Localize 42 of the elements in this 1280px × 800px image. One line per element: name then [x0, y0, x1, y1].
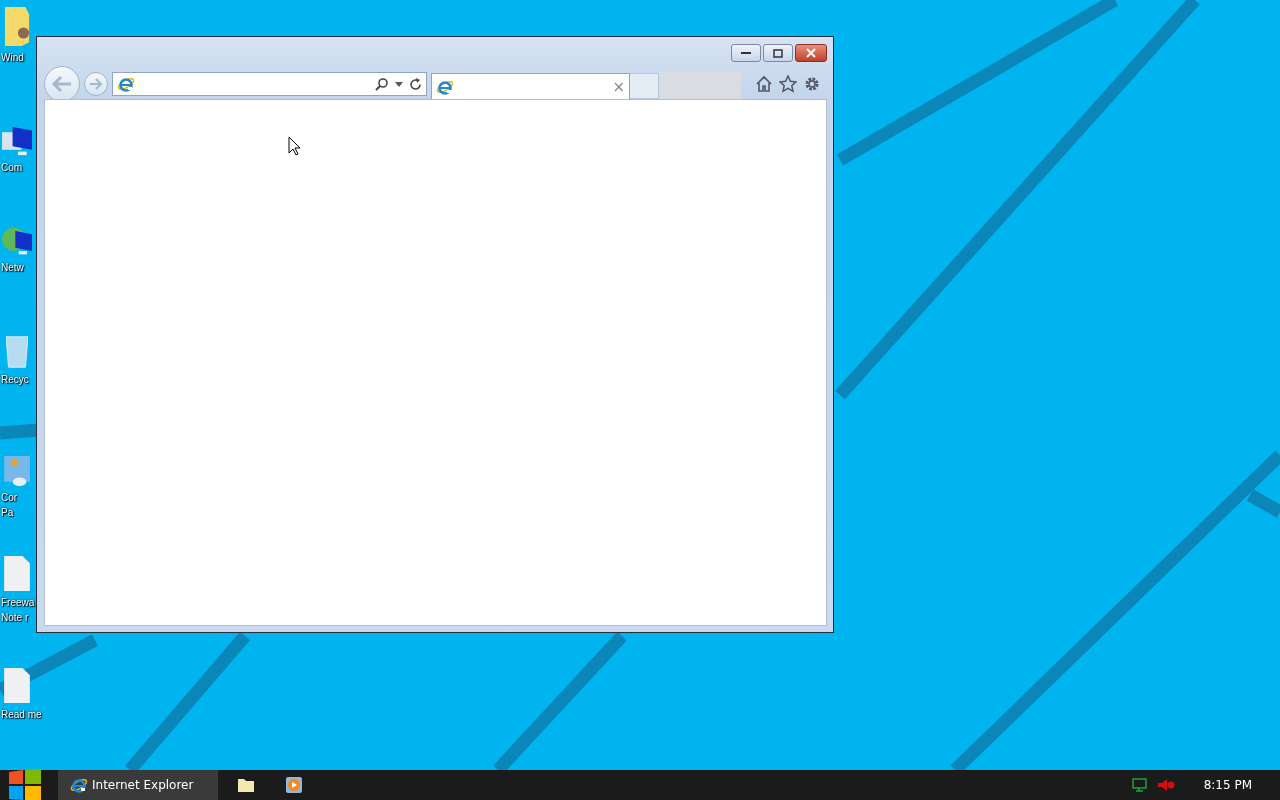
monitor-icon: [2, 126, 32, 156]
browser-logo-icon: [117, 75, 135, 93]
address-field[interactable]: [112, 72, 427, 96]
dropdown-caret-icon[interactable]: [395, 81, 403, 87]
search-icon[interactable]: [375, 77, 389, 91]
icon-label: Com: [1, 161, 23, 175]
back-arrow-icon: [51, 75, 73, 93]
icon-label: Freewa: [1, 596, 35, 610]
icon-label: Pa: [1, 506, 14, 520]
icon-label: Note r: [1, 611, 29, 625]
mouse-cursor-icon: [288, 136, 301, 156]
maximize-icon: [773, 48, 783, 58]
globe-monitor-icon: [2, 226, 32, 256]
star-icon[interactable]: [779, 75, 797, 93]
document-icon: [4, 668, 30, 703]
network-monitor-icon[interactable]: [1131, 778, 1148, 792]
home-icon[interactable]: [755, 75, 773, 93]
clock[interactable]: 8:15 PM: [1203, 778, 1252, 792]
speaker-muted-icon[interactable]: [1157, 779, 1176, 791]
icon-label: Cor: [1, 491, 18, 505]
refresh-icon[interactable]: [409, 77, 422, 91]
document-icon: [4, 556, 30, 591]
folder-icon: [238, 778, 254, 792]
close-tab-button[interactable]: ×: [612, 77, 625, 96]
settings-icon[interactable]: [803, 75, 821, 93]
minimize-icon: [741, 51, 751, 55]
recycle-bin-icon: [6, 336, 28, 368]
browser-tab[interactable]: ×: [431, 73, 630, 99]
control-panel-icon: [4, 456, 30, 486]
icon-label: Recyc: [1, 373, 29, 387]
folder-icon: [2, 6, 32, 46]
close-icon: [806, 48, 816, 58]
media-player-icon: [286, 777, 302, 793]
forward-arrow-icon: [89, 78, 103, 90]
icon-label: Netw: [1, 261, 24, 275]
taskbar-button[interactable]: Internet Explorer: [58, 770, 218, 800]
close-button[interactable]: [795, 44, 827, 62]
browser-logo-icon: [70, 776, 88, 794]
maximize-button[interactable]: [763, 44, 793, 62]
icon-label: Wind: [1, 51, 24, 65]
icon-label: Read me: [1, 708, 42, 722]
minimize-button[interactable]: [731, 44, 761, 62]
